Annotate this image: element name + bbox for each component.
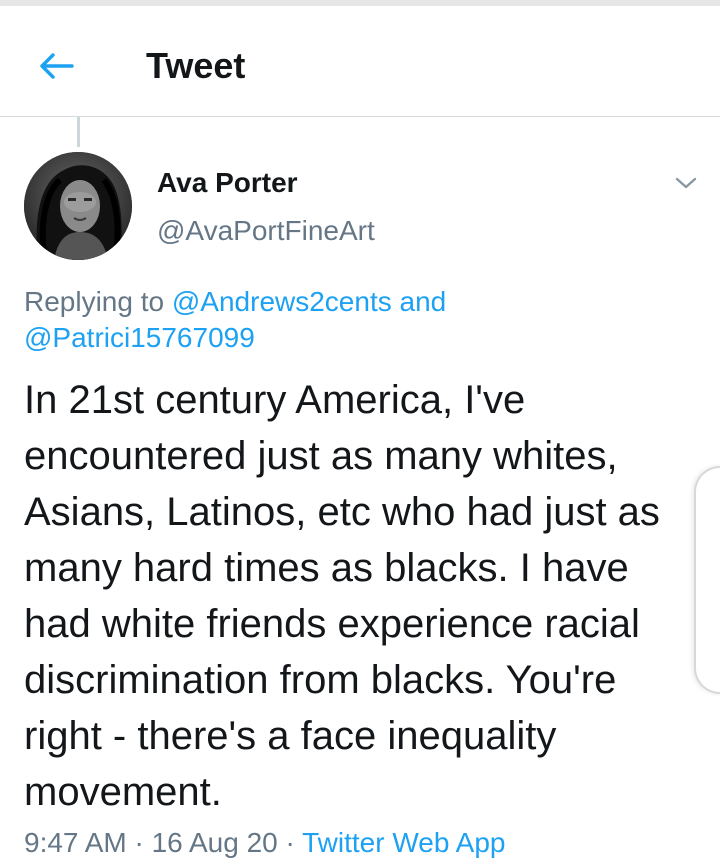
thread-connector-line	[77, 117, 80, 147]
tweet-timestamp: 9:47 AM · 16 Aug 20 ·	[24, 827, 295, 858]
author-handle[interactable]: @AvaPortFineArt	[157, 214, 375, 248]
back-button[interactable]	[30, 40, 82, 92]
avatar[interactable]	[24, 152, 132, 260]
arrow-left-icon	[40, 53, 74, 79]
page-title: Tweet	[146, 45, 246, 86]
chevron-down-icon	[675, 177, 697, 189]
avatar-photo	[24, 152, 132, 260]
mention-link-andrews2cents[interactable]: @Andrews2cents	[172, 286, 392, 317]
replying-to-joiner[interactable]: and	[400, 286, 447, 317]
tweet-source-link[interactable]: Twitter Web App	[302, 827, 505, 858]
more-options-button[interactable]	[668, 168, 704, 198]
mention-link-patrici15767099[interactable]: @Patrici15767099	[24, 322, 255, 353]
top-app-bar: Tweet	[0, 6, 720, 117]
tweet-text: In 21st century America, I've encountere…	[24, 378, 660, 814]
replying-to-context: Replying to @Andrews2cents and @Patrici1…	[24, 284, 624, 356]
author-name[interactable]: Ava Porter	[157, 166, 298, 200]
edge-scroll-handle[interactable]	[694, 466, 720, 694]
replying-to-label: Replying to	[24, 286, 165, 317]
tweet-timestamp-row: 9:47 AM · 16 Aug 20 · Twitter Web App	[24, 826, 505, 860]
